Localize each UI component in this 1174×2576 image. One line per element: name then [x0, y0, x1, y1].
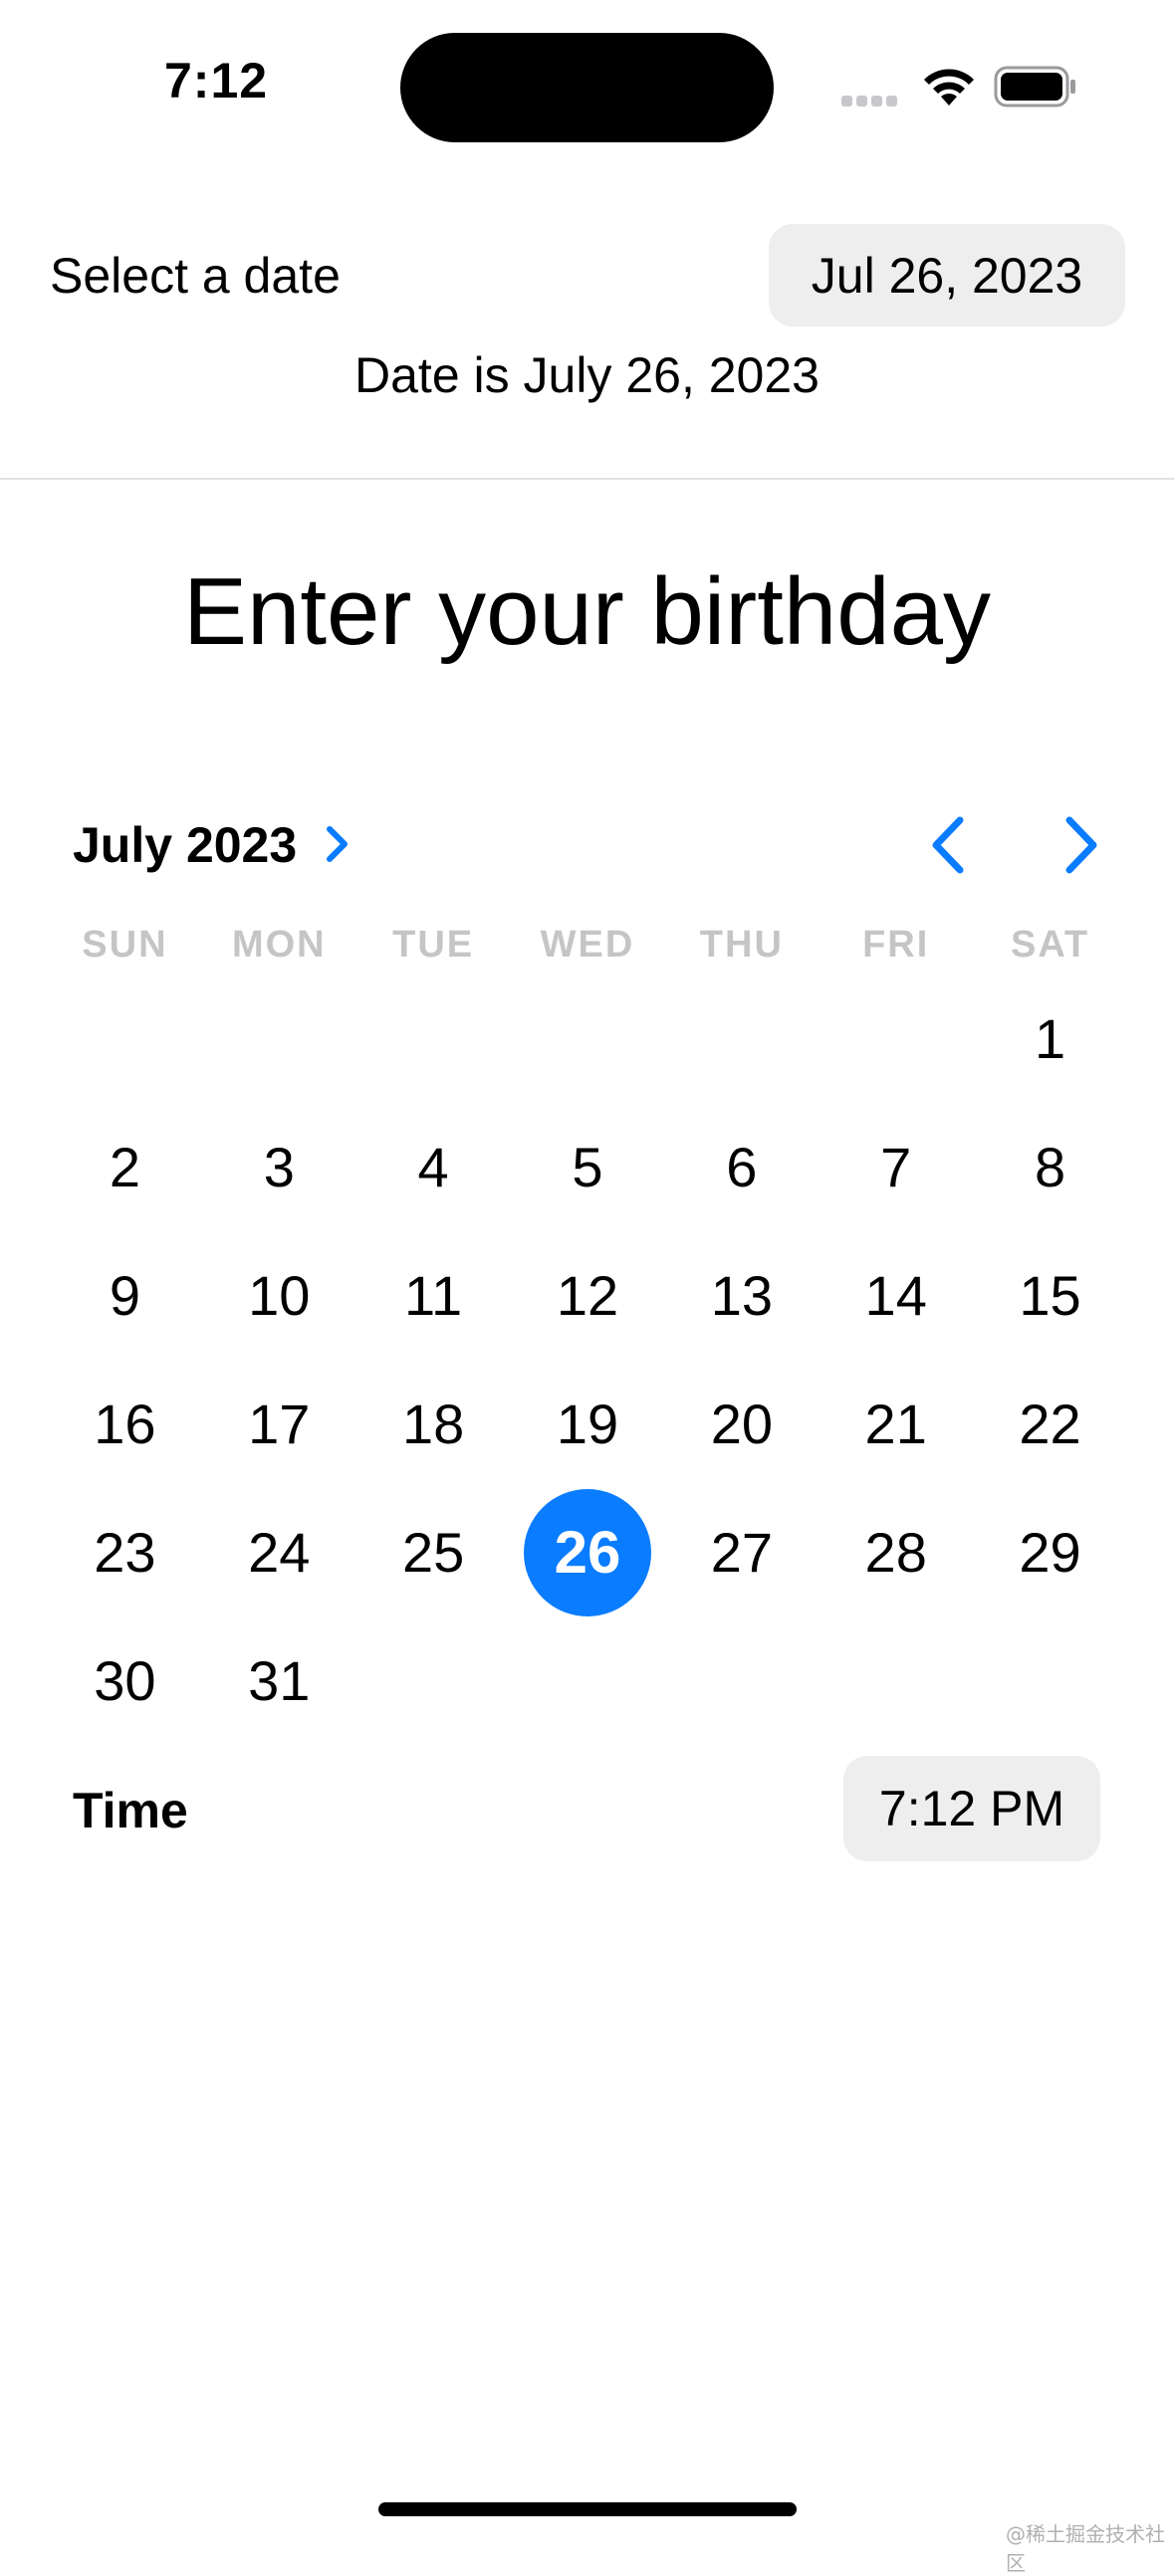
- calendar-day-number: 19: [556, 1393, 619, 1455]
- calendar-day-number: 27: [710, 1521, 773, 1584]
- calendar-day[interactable]: 19: [511, 1360, 665, 1488]
- calendar-day[interactable]: 18: [356, 1360, 511, 1488]
- weekday-label: TUE: [392, 924, 475, 966]
- calendar-day-number: 17: [248, 1393, 311, 1455]
- calendar-day-number: 12: [556, 1264, 619, 1327]
- calendar-day[interactable]: 14: [819, 1231, 973, 1360]
- selected-date-text: Date is July 26, 2023: [354, 347, 820, 403]
- calendar-day-number: 7: [880, 1136, 912, 1198]
- calendar-day-number: 28: [864, 1521, 927, 1584]
- calendar-day[interactable]: 10: [202, 1231, 356, 1360]
- dynamic-island: [400, 33, 774, 142]
- calendar-day-empty: [356, 974, 511, 1103]
- calendar-day-empty: [202, 974, 356, 1103]
- calendar-day[interactable]: 22: [973, 1360, 1127, 1488]
- calendar-day[interactable]: 6: [664, 1103, 819, 1231]
- calendar-day-number: 15: [1019, 1264, 1081, 1327]
- calendar-day[interactable]: 28: [819, 1488, 973, 1616]
- calendar-day-number: 25: [401, 1521, 465, 1584]
- select-date-label: Select a date: [50, 248, 341, 304]
- calendar-day-number: 30: [94, 1649, 156, 1712]
- calendar-day[interactable]: 17: [202, 1360, 356, 1488]
- calendar-day-number: 14: [864, 1264, 927, 1327]
- calendar-day-empty: [664, 974, 819, 1103]
- calendar-day-empty: [48, 974, 202, 1103]
- weekday-label: SUN: [82, 924, 168, 966]
- calendar-day-number: 16: [94, 1393, 156, 1455]
- calendar-day-number: 23: [94, 1521, 156, 1584]
- section-divider: [0, 478, 1174, 480]
- calendar-day-number: 8: [1034, 1136, 1066, 1198]
- calendar-day-number: 24: [248, 1521, 311, 1584]
- calendar-day[interactable]: 11: [356, 1231, 511, 1360]
- calendar-day[interactable]: 21: [819, 1360, 973, 1488]
- calendar-day-number: 2: [109, 1136, 140, 1198]
- home-indicator[interactable]: [378, 2502, 797, 2516]
- month-year-button[interactable]: July 2023: [73, 816, 297, 874]
- status-bar-time: 7:12: [164, 53, 269, 108]
- weekday-label: WED: [540, 924, 635, 966]
- calendar-day[interactable]: 27: [664, 1488, 819, 1616]
- page-title: Enter your birthday: [182, 558, 992, 665]
- calendar-day-number: 13: [710, 1264, 773, 1327]
- calendar-day[interactable]: 20: [664, 1360, 819, 1488]
- calendar-day[interactable]: 5: [511, 1103, 665, 1231]
- calendar-day[interactable]: 12: [511, 1231, 665, 1360]
- calendar-day[interactable]: 24: [202, 1488, 356, 1616]
- calendar-day-empty: [511, 974, 665, 1103]
- weekday-label: THU: [699, 924, 784, 966]
- watermark: @稀土掘金技术社区: [1006, 2522, 1165, 2575]
- weekday-label: SAT: [1010, 924, 1090, 966]
- weekday-label: FRI: [862, 924, 930, 966]
- wifi-icon: [924, 69, 974, 106]
- calendar-day[interactable]: 23: [48, 1488, 202, 1616]
- weekday-label: MON: [231, 924, 327, 966]
- calendar-day[interactable]: 25: [356, 1488, 511, 1616]
- date-picker-button[interactable]: Jul 26, 2023: [769, 224, 1125, 326]
- calendar-day-number: 21: [864, 1393, 927, 1455]
- calendar-day[interactable]: 9: [48, 1231, 202, 1360]
- calendar-day-grid: 1 2 3 4 5 6 7 8 9 10 11 12 13 14 15 16 17 18 19 20 21 22 23 24 2…: [48, 974, 1127, 1745]
- calendar-day[interactable]: 29: [973, 1488, 1127, 1616]
- calendar-day[interactable]: 4: [356, 1103, 511, 1231]
- calendar-day[interactable]: 15: [973, 1231, 1127, 1360]
- calendar-day-number: 9: [109, 1264, 140, 1327]
- calendar-day-number: 11: [404, 1264, 463, 1327]
- calendar-day-number: 10: [248, 1264, 311, 1327]
- calendar-day-number: 3: [263, 1136, 295, 1198]
- calendar-day-empty: [819, 974, 973, 1103]
- calendar-day-number: 1: [1034, 1007, 1066, 1070]
- calendar-day[interactable]: 7: [819, 1103, 973, 1231]
- calendar-day-selected[interactable]: 26: [511, 1488, 665, 1616]
- cellular-signal-icon: [841, 94, 901, 107]
- calendar-day-number: 31: [248, 1649, 311, 1712]
- calendar-day-number: 26: [523, 1488, 651, 1616]
- battery-icon: [994, 66, 1075, 107]
- calendar-day[interactable]: 13: [664, 1231, 819, 1360]
- calendar-day[interactable]: 2: [48, 1103, 202, 1231]
- time-picker-button[interactable]: 7:12 PM: [843, 1756, 1100, 1861]
- chevron-right-icon[interactable]: [324, 823, 352, 865]
- calendar-day-number: 5: [572, 1136, 603, 1198]
- next-month-button[interactable]: [1057, 814, 1105, 876]
- calendar-day[interactable]: 16: [48, 1360, 202, 1488]
- calendar-day-number: 22: [1019, 1393, 1081, 1455]
- calendar-day-number: 6: [726, 1136, 758, 1198]
- previous-month-button[interactable]: [924, 814, 972, 876]
- calendar-day-number: 4: [417, 1136, 449, 1198]
- calendar-day[interactable]: 8: [973, 1103, 1127, 1231]
- calendar-day[interactable]: 1: [973, 974, 1127, 1103]
- calendar-day-number: 29: [1019, 1521, 1081, 1584]
- weekday-header: SUN MON TUE WED THU FRI SAT: [48, 924, 1127, 966]
- calendar-day[interactable]: 30: [48, 1616, 202, 1745]
- time-label: Time: [73, 1783, 188, 1838]
- calendar-day-number: 18: [401, 1393, 465, 1455]
- calendar-day-number: 20: [710, 1393, 773, 1455]
- calendar-day[interactable]: 3: [202, 1103, 356, 1231]
- calendar-day[interactable]: 31: [202, 1616, 356, 1745]
